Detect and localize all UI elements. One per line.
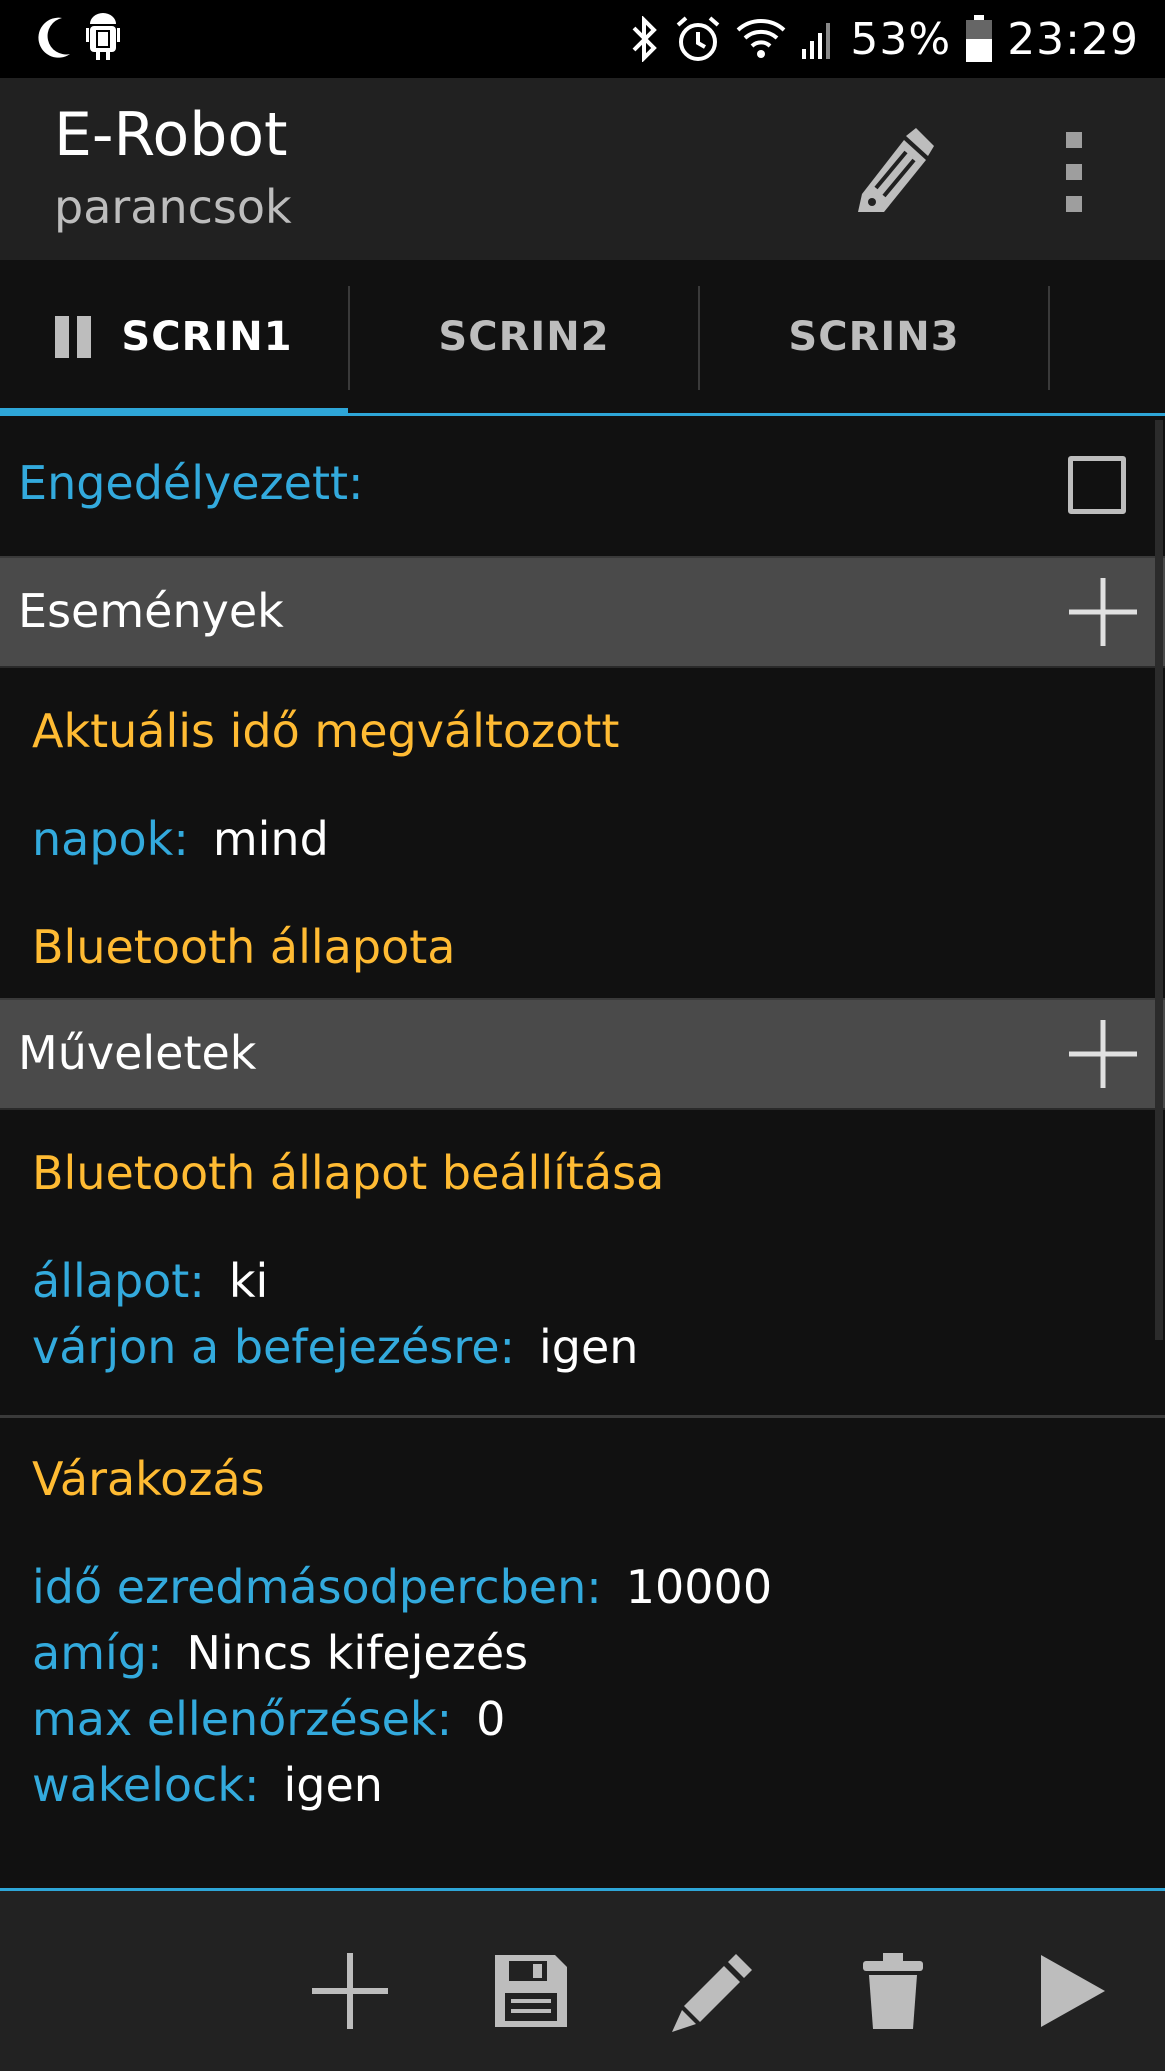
param-value: Nincs kifejezés bbox=[186, 1626, 529, 1680]
moon-icon bbox=[38, 17, 70, 58]
action-param: amíg: Nincs kifejezés bbox=[32, 1626, 528, 1680]
param-key: idő ezredmásodpercben: bbox=[32, 1560, 602, 1614]
events-section-header: Események bbox=[0, 556, 1165, 668]
enabled-label: Engedélyezett: bbox=[18, 456, 364, 510]
android-debug-icon bbox=[86, 13, 120, 60]
action-param: wakelock: igen bbox=[32, 1758, 383, 1812]
overflow-menu-icon[interactable] bbox=[1060, 128, 1090, 218]
param-key: wakelock: bbox=[32, 1758, 260, 1812]
add-event-plus-icon[interactable] bbox=[1065, 574, 1141, 650]
tab-scrin3[interactable]: SCRIN3 bbox=[700, 260, 1048, 413]
run-button[interactable] bbox=[1028, 1946, 1118, 2036]
event-param: napok: mind bbox=[32, 812, 329, 866]
event-title[interactable]: Aktuális idő megváltozott bbox=[32, 704, 619, 758]
actions-header-label: Műveletek bbox=[18, 1026, 257, 1080]
signal-icon bbox=[802, 23, 831, 59]
action-param: állapot: ki bbox=[32, 1254, 268, 1308]
action-param: max ellenőrzések: 0 bbox=[32, 1692, 505, 1746]
action-param: idő ezredmásodpercben: 10000 bbox=[32, 1560, 772, 1614]
param-value: 10000 bbox=[625, 1560, 773, 1614]
param-key: amíg: bbox=[32, 1626, 163, 1680]
scrollbar[interactable] bbox=[1155, 420, 1163, 1340]
pause-icon bbox=[55, 315, 92, 358]
tab-label: SCRIN3 bbox=[788, 313, 960, 360]
alarm-icon bbox=[677, 16, 720, 61]
tab-label: SCRIN1 bbox=[121, 313, 293, 360]
add-button[interactable] bbox=[305, 1946, 395, 2036]
plus-icon bbox=[312, 1953, 388, 2029]
param-key: napok: bbox=[32, 812, 189, 866]
item-divider bbox=[0, 1415, 1165, 1418]
app-bar: E-Robot parancsok bbox=[0, 78, 1165, 260]
clock: 23:29 bbox=[1007, 13, 1139, 65]
param-value: mind bbox=[212, 812, 329, 866]
tab-separator bbox=[1048, 286, 1050, 390]
param-key: várjon a befejezésre: bbox=[32, 1320, 516, 1374]
app-subtitle: parancsok bbox=[54, 180, 292, 234]
bluetooth-icon bbox=[632, 16, 658, 62]
play-icon bbox=[1041, 1955, 1105, 2027]
action-title[interactable]: Bluetooth állapot beállítása bbox=[32, 1146, 664, 1200]
save-button[interactable] bbox=[486, 1946, 576, 2036]
add-action-plus-icon[interactable] bbox=[1065, 1016, 1141, 1092]
pencil-icon bbox=[672, 1954, 752, 2032]
edit-button[interactable] bbox=[668, 1946, 758, 2036]
wifi-icon bbox=[737, 19, 786, 58]
events-header-label: Események bbox=[18, 584, 284, 638]
save-icon bbox=[495, 1955, 567, 2027]
action-param: várjon a befejezésre: igen bbox=[32, 1320, 638, 1374]
param-value: igen bbox=[539, 1320, 639, 1374]
param-key: állapot: bbox=[32, 1254, 205, 1308]
param-value: 0 bbox=[476, 1692, 506, 1746]
enabled-row: Engedélyezett: bbox=[0, 416, 1165, 556]
event-title[interactable]: Bluetooth állapota bbox=[32, 920, 455, 974]
app-title: E-Robot bbox=[54, 100, 288, 170]
param-value: igen bbox=[283, 1758, 383, 1812]
tab-bar: SCRIN1 SCRIN2 SCRIN3 bbox=[0, 260, 1165, 416]
bottom-action-bar bbox=[0, 1888, 1165, 2071]
battery-icon bbox=[966, 15, 993, 62]
battery-percent: 53% bbox=[850, 13, 952, 65]
tab-label: SCRIN2 bbox=[438, 313, 610, 360]
status-bar: 53% 23:29 bbox=[0, 0, 1165, 78]
tab-scrin1[interactable]: SCRIN1 bbox=[0, 260, 348, 413]
trash-icon bbox=[863, 1953, 923, 2029]
active-tab-indicator bbox=[0, 408, 348, 416]
edit-note-icon[interactable] bbox=[852, 126, 934, 216]
param-value: ki bbox=[228, 1254, 269, 1308]
param-key: max ellenőrzések: bbox=[32, 1692, 453, 1746]
tab-scrin2[interactable]: SCRIN2 bbox=[350, 260, 698, 413]
actions-section-header: Műveletek bbox=[0, 998, 1165, 1110]
enabled-checkbox[interactable] bbox=[1068, 456, 1126, 514]
delete-button[interactable] bbox=[848, 1946, 938, 2036]
action-title[interactable]: Várakozás bbox=[32, 1452, 265, 1506]
